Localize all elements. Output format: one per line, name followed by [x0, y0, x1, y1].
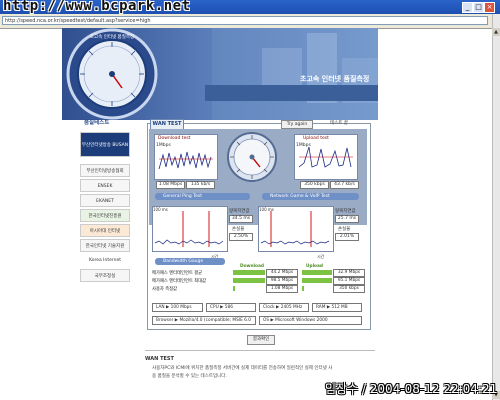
game-scale: 100 ms	[259, 207, 274, 212]
game-loss-label: 손실율	[338, 227, 351, 232]
gauge-dl-avg: 44.2 Mbps	[266, 269, 298, 277]
gauge-bar-dl-user	[233, 286, 235, 291]
download-value-kbs: 135 kb/s	[186, 181, 215, 189]
browser-info: Browser ▶ Mozilla/4.0 (compatible; MSIE …	[152, 316, 256, 325]
ping-chart-box	[152, 206, 228, 252]
dial-ring-text: 초고속 인터넷 품질측정	[89, 35, 135, 40]
watermark-text: http://www.bcpark.net	[3, 0, 191, 14]
gauge-bar-ul-max	[302, 278, 332, 283]
page-title: 초고속 인터넷 품질측정	[300, 75, 370, 83]
ping-loss-label: 손실율	[232, 227, 245, 232]
close-button[interactable]: ×	[484, 2, 495, 13]
ram-info: RAM ▶ 512 MB	[312, 303, 362, 312]
speed-gauge	[227, 132, 277, 182]
sidebar-logo-4[interactable]: 아시아대 인터넷	[80, 224, 130, 237]
gauge-bar-dl-avg	[233, 270, 265, 275]
timestamp-overlay: 임장수 / 2004-08-12 22:04:21	[325, 382, 498, 396]
sidebar-logo-ekanet[interactable]: EKANET	[80, 194, 130, 207]
upload-value-kbps: 350 kbps	[300, 181, 329, 189]
ping-test-bar[interactable]: General Ping Test	[155, 193, 250, 200]
sidebar-logo-5[interactable]: 한국인터넷 기술지원	[80, 239, 130, 252]
gauge-row-label: 사용자 측정값	[152, 287, 178, 292]
minimize-button[interactable]: _	[462, 2, 473, 13]
gauge-dl-max: 98.5 Mbps	[266, 277, 298, 285]
maximize-button[interactable]: □	[473, 2, 484, 13]
lan-info: LAN ▶ 100 Mbps	[152, 303, 203, 312]
sidebar-logo-busan[interactable]: 부산인터넷방송 BUSAN	[80, 132, 130, 157]
cpu-info: CPU ▶ 586	[206, 303, 256, 312]
clock-info: Clock ▶ 2405 MHz	[259, 303, 309, 312]
divider	[145, 350, 375, 351]
gauge-download-header: Download	[240, 264, 264, 269]
gauge-bar-dl-max	[233, 278, 265, 283]
description-line-2: 용 품질을 분석할 수 있는 테스트입니다.	[152, 374, 227, 379]
try-again-button[interactable]: Try again	[281, 120, 313, 129]
game-chart-box	[258, 206, 334, 252]
ping-delay-label: 왕복지연값	[229, 209, 250, 214]
url-field[interactable]: http://speed.nca.or.kr/speedtest/default…	[2, 16, 488, 25]
ping-scale: 100 ms	[153, 207, 168, 212]
sidebar-title: 품질테스트	[84, 120, 110, 126]
upload-graph	[298, 146, 353, 168]
sidebar-logo-6[interactable]: 국무조정실	[80, 269, 130, 282]
ping-delay-value: 34.5 ms	[229, 215, 253, 223]
header-title-band	[205, 85, 378, 101]
gauge-upload-header: Upload	[306, 264, 323, 269]
game-time-label: 시간	[317, 254, 325, 259]
view-result-button[interactable]: 결과확인	[247, 335, 275, 345]
gauge-row-label: 메가패스 엔터테인먼트 최대값	[152, 279, 207, 284]
gauge-ul-user: 350 kbps	[333, 285, 365, 293]
ping-loss-value: 2.50%	[229, 233, 253, 241]
speed-dial-logo	[66, 28, 158, 120]
download-scale: 1Mbps	[156, 143, 171, 148]
upload-scale: 1Mbps	[296, 143, 311, 148]
scroll-up-icon[interactable]: ▲	[492, 28, 500, 36]
game-test-bar[interactable]: Network Game & VoIP Test	[262, 193, 359, 200]
sidebar-logo-ensek[interactable]: ENSEK	[80, 179, 130, 192]
gauge-dl-user: 1.08 Mbps	[266, 285, 298, 293]
description-title: WAN TEST	[145, 356, 174, 362]
game-loss-value: 2.01%	[335, 233, 359, 241]
gauge-ul-avg: 32.9 Mbps	[333, 269, 365, 277]
game-delay-label: 왕복지연값	[335, 209, 356, 214]
download-title: Download test	[158, 136, 191, 141]
game-graph	[260, 211, 330, 247]
download-value-mbps: 1.08 Mbps	[156, 181, 185, 189]
sidebar-logo-3[interactable]: 한국인터넷진흥원	[80, 209, 130, 222]
description-line-1: 사용자PC와 ICMI에 위치한 품질측정 서버간에 실제 데이터를 전송하여 …	[152, 366, 333, 371]
test-status: 테스트 끝	[330, 121, 348, 126]
game-delay-value: 25.7 ms	[335, 215, 359, 223]
gauge-row-label: 메가패스 엔터테인먼트 평균	[152, 271, 203, 276]
ping-graph	[154, 211, 224, 247]
os-info: OS ▶ Microsoft Windows 2000	[259, 316, 362, 325]
upload-title: Upload test	[303, 136, 329, 141]
upload-value-kbs: 43.7 kb/s	[330, 181, 359, 189]
gauge-bar-ul-user	[302, 286, 304, 291]
sidebar-logo-1[interactable]: 부산인터넷방송협회	[80, 164, 130, 177]
vertical-scrollbar[interactable]	[492, 14, 500, 400]
sidebar-logo-kix[interactable]: Korea Internet Exchange	[80, 254, 130, 276]
bandwidth-gauge-bar[interactable]: Bandwidth Gauge	[155, 258, 225, 265]
gauge-ul-max: 95.1 Mbps	[333, 277, 365, 285]
download-graph	[158, 151, 213, 170]
gauge-bar-ul-avg	[302, 270, 332, 275]
